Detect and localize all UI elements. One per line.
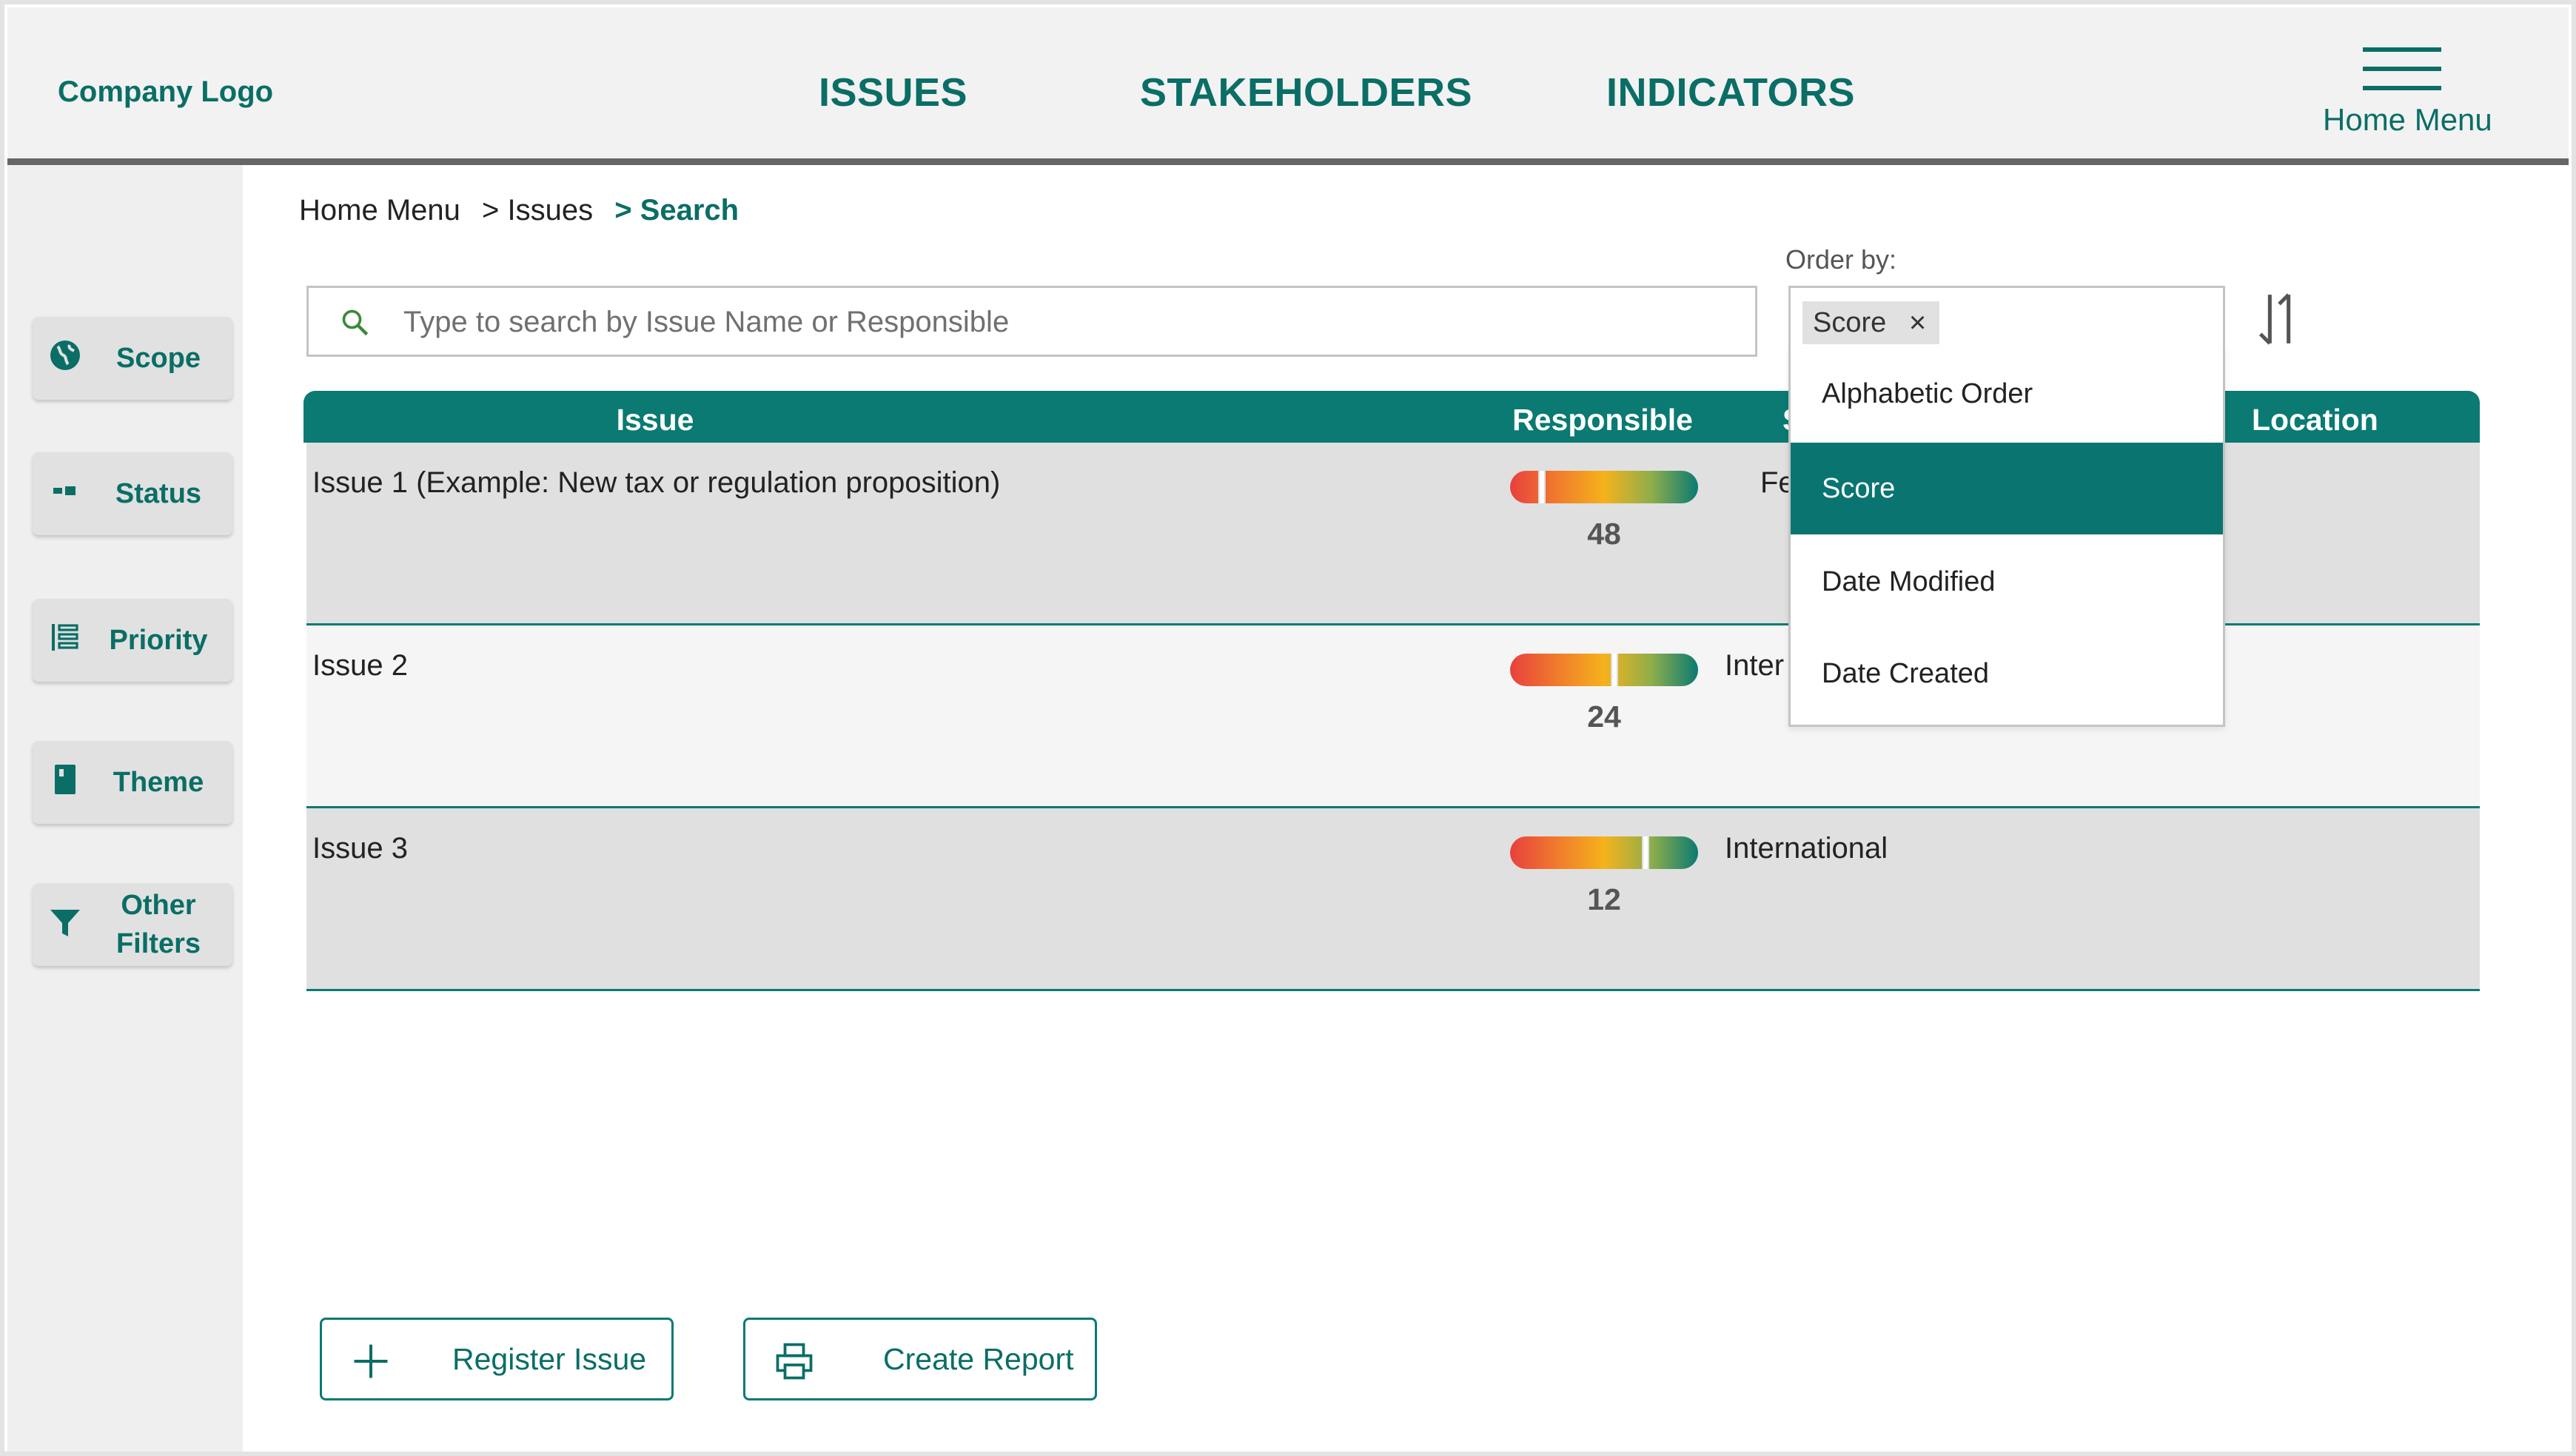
filter-status-label: Status [115, 478, 202, 509]
order-option-date-created[interactable]: Date Created [1791, 628, 2223, 719]
issue-name: Issue 3 [312, 832, 408, 865]
globe-icon [50, 340, 80, 370]
filter-sidebar: Scope Status Priority Theme Other Filter… [7, 165, 243, 1452]
order-option-alphabetic[interactable]: Alphabetic Order [1791, 348, 2223, 440]
book-icon [55, 765, 76, 794]
filter-priority-button[interactable]: Priority [33, 599, 232, 682]
hamburger-menu-icon[interactable] [2363, 47, 2441, 93]
score-marker [1611, 654, 1618, 686]
other-filters-label: Other Filters [115, 890, 201, 959]
order-option-date-modified[interactable]: Date Modified [1791, 536, 2223, 628]
company-logo[interactable]: Company Logo [58, 76, 273, 109]
filter-scope-button[interactable]: Scope [33, 317, 232, 400]
nav-stakeholders[interactable]: STAKEHOLDERS [1140, 70, 1472, 115]
header-divider [7, 158, 2569, 165]
nav-indicators[interactable]: INDICATORS [1606, 70, 1855, 115]
score-marker [1642, 836, 1649, 869]
breadcrumb: Home Menu > Issues > Search [299, 194, 752, 227]
issue-name: Issue 1 (Example: New tax or regulation … [312, 466, 1001, 499]
score-marker [1538, 471, 1546, 503]
register-issue-label: Register Issue [452, 1342, 647, 1376]
table-row[interactable]: Issue 3 12 International [306, 808, 2480, 991]
breadcrumb-home[interactable]: Home Menu [299, 194, 460, 227]
nav-issues[interactable]: ISSUES [819, 70, 967, 115]
register-issue-button[interactable]: Register Issue [320, 1318, 674, 1400]
score-bar [1510, 836, 1698, 869]
filter-scope-label: Scope [115, 343, 201, 374]
filter-theme-label: Theme [113, 767, 204, 798]
column-header-issue[interactable]: Issue [303, 391, 1007, 443]
order-by-dropdown-list: Alphabetic Order Score Date Modified Dat… [1788, 348, 2225, 727]
filter-icon [50, 910, 80, 936]
score-value: 24 [1587, 700, 1621, 734]
breadcrumb-issues[interactable]: > Issues [482, 194, 593, 227]
score-bar [1510, 471, 1698, 503]
printer-icon [776, 1343, 813, 1380]
priority-list-icon [52, 624, 78, 651]
create-report-label: Create Report [883, 1342, 1074, 1376]
selected-order-chip: Score × [1802, 301, 1940, 344]
filter-theme-button[interactable]: Theme [33, 741, 232, 824]
selected-order-value: Score [1813, 307, 1887, 338]
column-header-location[interactable]: Location [2228, 391, 2576, 443]
score-value: 12 [1587, 882, 1621, 916]
plus-icon [354, 1344, 388, 1378]
home-menu-label[interactable]: Home Menu [2323, 102, 2492, 138]
filter-priority-label: Priority [109, 625, 208, 656]
filter-status-button[interactable]: Status [33, 452, 232, 535]
scope-value: International [1725, 832, 1888, 865]
sort-direction-icon[interactable] [2256, 287, 2302, 351]
search-input[interactable] [402, 298, 1723, 346]
score-value: 48 [1587, 517, 1621, 551]
breadcrumb-search: > Search [614, 194, 739, 227]
search-icon [342, 309, 369, 336]
order-by-select[interactable]: Score × [1788, 286, 2225, 348]
status-icon [53, 486, 76, 495]
other-filters-button[interactable]: Other Filters [33, 883, 232, 966]
scope-value: Inter [1725, 649, 1785, 682]
order-by-label: Order by: [1785, 244, 1897, 275]
issue-name: Issue 2 [312, 649, 408, 682]
search-box[interactable] [306, 286, 1757, 357]
clear-order-close-icon[interactable]: × [1909, 301, 1926, 344]
create-report-button[interactable]: Create Report [743, 1318, 1097, 1400]
order-option-score[interactable]: Score [1791, 443, 2223, 534]
top-header: Company Logo ISSUES STAKEHOLDERS INDICAT… [7, 7, 2569, 160]
score-bar [1510, 654, 1698, 686]
